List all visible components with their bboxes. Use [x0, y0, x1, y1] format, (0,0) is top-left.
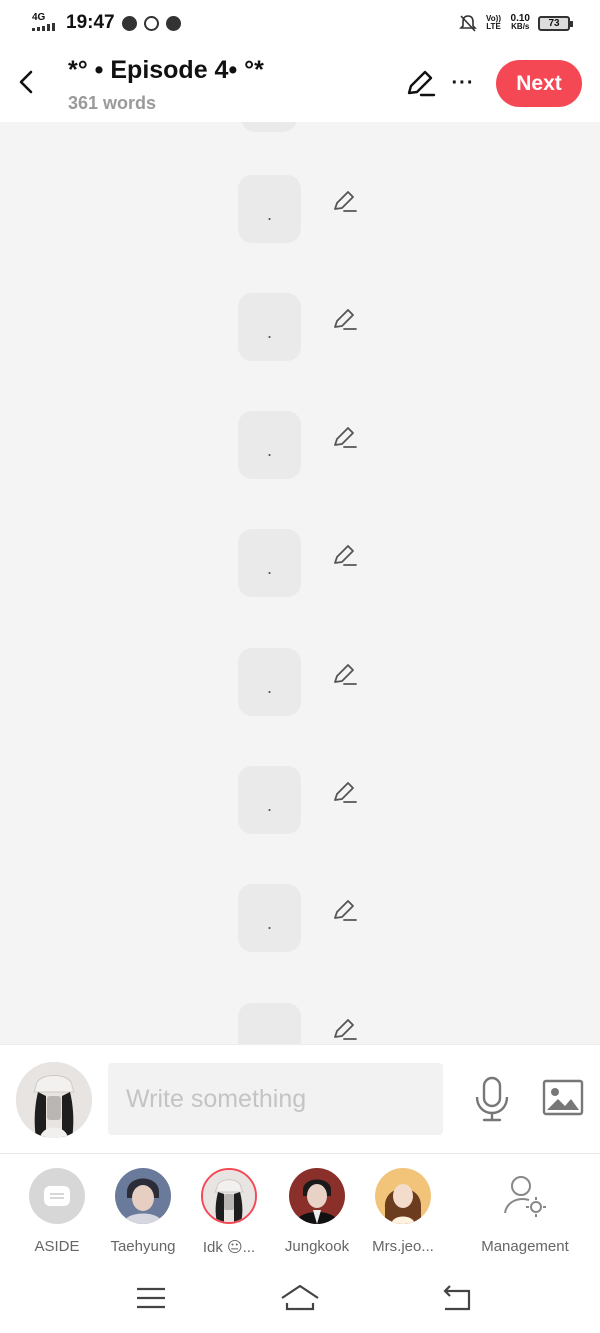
avatar	[115, 1168, 171, 1224]
image-icon	[542, 1079, 584, 1116]
network-type: 4G	[32, 11, 46, 23]
pencil-icon[interactable]	[331, 1015, 359, 1043]
message-text: .	[266, 203, 272, 224]
next-button[interactable]: Next	[496, 60, 582, 107]
message-bubble[interactable]: .	[238, 293, 301, 361]
message-text: .	[266, 321, 272, 342]
message-text: .	[266, 676, 272, 697]
episode-title[interactable]: *° • Episode 4• °*	[68, 56, 264, 85]
header: *° • Episode 4• °* 361 words ··· Next	[0, 46, 600, 122]
character-jungkook[interactable]: Jungkook	[272, 1168, 362, 1258]
character-name: Idk 😐...	[202, 1239, 256, 1256]
volte-indicator: Vo)) LTE	[486, 14, 502, 31]
pencil-icon[interactable]	[331, 660, 359, 688]
message-row: .	[0, 648, 600, 716]
character-name: Taehyung	[110, 1238, 176, 1255]
character-aside[interactable]: ASIDE	[12, 1168, 102, 1258]
character-name: Mrs.jeo...	[372, 1238, 434, 1255]
message-row: .	[0, 884, 600, 952]
message-row: .	[0, 766, 600, 834]
message-text: .	[266, 912, 272, 933]
pencil-icon	[407, 70, 436, 97]
message-bubble[interactable]: .	[238, 175, 301, 243]
character-name: Jungkook	[284, 1238, 350, 1255]
menu-icon	[137, 1287, 165, 1309]
avatar	[375, 1168, 431, 1224]
network-speed: 0.10 KB/s	[511, 14, 530, 31]
aside-icon	[29, 1168, 85, 1224]
add-image-button[interactable]	[541, 1077, 585, 1119]
pencil-icon[interactable]	[331, 423, 359, 451]
edit-title-button[interactable]	[403, 66, 437, 100]
back-arrow-icon	[443, 1285, 471, 1311]
signal-icon	[32, 22, 55, 31]
home-icon	[281, 1284, 319, 1311]
bell-off-icon	[458, 15, 477, 32]
message-bubble[interactable]	[238, 1003, 301, 1044]
management-button[interactable]: Management	[478, 1168, 572, 1258]
chevron-left-icon	[19, 70, 33, 94]
chat-content[interactable]: . . . . . . .	[0, 122, 600, 1044]
composer-bar	[0, 1044, 600, 1153]
battery-level: 73	[548, 17, 560, 29]
character-taehyung[interactable]: Taehyung	[98, 1168, 188, 1258]
leaf-icon	[165, 15, 181, 31]
character-idk[interactable]: Idk 😐...	[184, 1168, 274, 1258]
status-bar: 4G 19:47 Vo)) LTE 0.10 KB/s 73	[0, 0, 600, 46]
back-button[interactable]	[12, 64, 42, 100]
avatar	[289, 1168, 345, 1224]
message-row: .	[0, 293, 600, 361]
app-notification-icon	[143, 15, 159, 31]
home-button[interactable]	[280, 1281, 320, 1315]
character-selector: ASIDE Taehyung Idk 😐... Jungkook Mrs.jeo…	[0, 1153, 600, 1263]
pencil-icon[interactable]	[331, 896, 359, 924]
message-bubble[interactable]	[241, 122, 297, 132]
system-navigation-bar	[0, 1263, 600, 1333]
message-input[interactable]	[108, 1063, 443, 1135]
network-indicator: 4G	[32, 11, 62, 34]
speed-unit: KB/s	[511, 22, 530, 31]
pencil-icon[interactable]	[331, 187, 359, 215]
pencil-icon[interactable]	[331, 541, 359, 569]
pencil-icon[interactable]	[331, 305, 359, 333]
message-text: .	[266, 794, 272, 815]
character-name: Management	[481, 1238, 569, 1255]
voice-input-button[interactable]	[472, 1075, 512, 1123]
message-text: .	[266, 557, 272, 578]
message-row	[0, 1003, 600, 1044]
message-row: .	[0, 175, 600, 243]
menu-button[interactable]	[131, 1281, 171, 1315]
avatar[interactable]	[16, 1062, 92, 1138]
message-bubble[interactable]: .	[238, 411, 301, 479]
clock: 19:47	[66, 12, 115, 33]
avatar-image	[16, 1062, 92, 1138]
message-bubble[interactable]: .	[238, 884, 301, 952]
more-options-button[interactable]: ···	[448, 68, 478, 98]
message-row: .	[0, 529, 600, 597]
character-mrs-jeo[interactable]: Mrs.jeo...	[358, 1168, 448, 1258]
message-bubble[interactable]: .	[238, 648, 301, 716]
spotify-icon	[121, 15, 137, 31]
pencil-icon[interactable]	[331, 778, 359, 806]
message-row: .	[0, 411, 600, 479]
message-bubble[interactable]: .	[238, 529, 301, 597]
message-bubble[interactable]: .	[238, 766, 301, 834]
microphone-icon	[475, 1076, 509, 1122]
back-nav-button[interactable]	[437, 1281, 477, 1315]
management-icon	[497, 1168, 553, 1224]
message-row	[0, 122, 600, 132]
avatar	[201, 1168, 257, 1224]
battery-icon: 73	[538, 15, 573, 31]
message-text: .	[266, 439, 272, 460]
word-count: 361 words	[68, 93, 157, 113]
character-name: ASIDE	[34, 1238, 80, 1255]
